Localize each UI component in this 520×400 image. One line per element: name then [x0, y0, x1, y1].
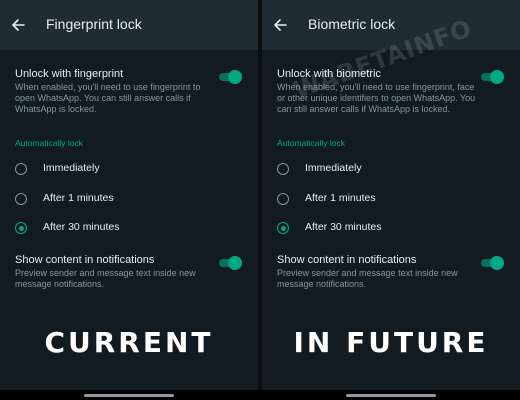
- radio-label: Immediately: [43, 162, 100, 174]
- radio-label: After 1 minutes: [43, 192, 114, 204]
- fingerprint-lock-screen: Fingerprint lock Unlock with fingerprint…: [0, 0, 258, 390]
- notif-setting-title[interactable]: Show content in notifications: [277, 254, 416, 266]
- section-label-auto-lock: Automatically lock: [277, 138, 346, 148]
- unlock-setting-description: When enabled, you'll need to use fingerp…: [15, 82, 201, 114]
- system-navigation-bar: [0, 390, 520, 400]
- radio-label: Immediately: [305, 162, 362, 174]
- radio-option-immediately[interactable]: Immediately: [262, 156, 520, 184]
- caption-current: CURRENT: [44, 326, 214, 359]
- notif-toggle[interactable]: [216, 256, 242, 270]
- unlock-toggle[interactable]: [478, 70, 504, 84]
- radio-button[interactable]: [15, 163, 27, 175]
- section-label-auto-lock: Automatically lock: [15, 138, 84, 148]
- gesture-handle[interactable]: [84, 394, 174, 397]
- radio-button[interactable]: [277, 163, 289, 175]
- arrow-left-icon[interactable]: [272, 17, 288, 33]
- caption-in-future: IN FUTURE: [293, 326, 489, 359]
- radio-option-30-minutes[interactable]: After 30 minutes: [0, 215, 258, 243]
- radio-button-selected[interactable]: [277, 222, 289, 234]
- notif-toggle[interactable]: [478, 256, 504, 270]
- radio-option-1-minute[interactable]: After 1 minutes: [0, 186, 258, 214]
- toggle-knob: [490, 70, 504, 84]
- unlock-toggle[interactable]: [216, 70, 242, 84]
- arrow-left-icon[interactable]: [10, 17, 26, 33]
- radio-option-1-minute[interactable]: After 1 minutes: [262, 186, 520, 214]
- page-title: Biometric lock: [308, 16, 396, 32]
- page-title: Fingerprint lock: [46, 16, 142, 32]
- gesture-handle[interactable]: [346, 394, 436, 397]
- toggle-knob: [490, 256, 504, 270]
- radio-option-30-minutes[interactable]: After 30 minutes: [262, 215, 520, 243]
- notif-setting-title[interactable]: Show content in notifications: [15, 254, 154, 266]
- notif-setting-description: Preview sender and message text inside n…: [277, 268, 458, 289]
- radio-label: After 30 minutes: [305, 221, 382, 233]
- unlock-setting-title[interactable]: Unlock with biometric: [277, 68, 381, 80]
- notif-setting-description: Preview sender and message text inside n…: [15, 268, 196, 289]
- app-bar: Fingerprint lock: [0, 0, 258, 50]
- biometric-lock-screen: Biometric lock WABETAINFO Unlock with bi…: [262, 0, 520, 390]
- radio-option-immediately[interactable]: Immediately: [0, 156, 258, 184]
- unlock-setting-description: When enabled, you'll need to use fingerp…: [277, 82, 476, 114]
- radio-button[interactable]: [15, 193, 27, 205]
- unlock-setting-title[interactable]: Unlock with fingerprint: [15, 68, 123, 80]
- radio-button[interactable]: [277, 193, 289, 205]
- radio-label: After 30 minutes: [43, 221, 120, 233]
- toggle-knob: [228, 256, 242, 270]
- radio-button-selected[interactable]: [15, 222, 27, 234]
- toggle-knob: [228, 70, 242, 84]
- radio-label: After 1 minutes: [305, 192, 376, 204]
